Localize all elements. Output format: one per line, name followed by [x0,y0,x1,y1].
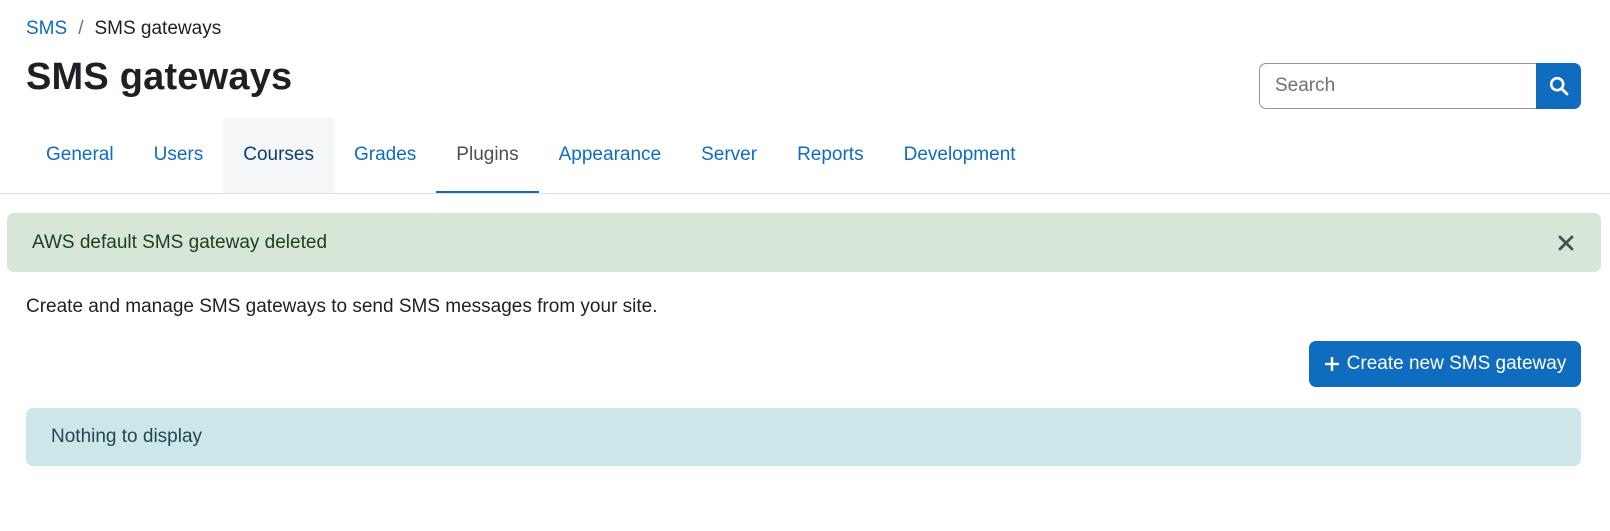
admin-tabs: General Users Courses Grades Plugins App… [26,118,1036,194]
notification-message: AWS default SMS gateway deleted [32,231,328,253]
tab-server[interactable]: Server [681,118,777,194]
create-button-label: Create new SMS gateway [1346,353,1567,374]
close-notification-button[interactable] [1556,233,1576,253]
tab-development[interactable]: Development [884,118,1036,194]
empty-state-message: Nothing to display [51,426,203,447]
page-title: SMS gateways [26,56,293,98]
search-icon [1549,76,1568,96]
search-form [1259,63,1581,109]
search-button[interactable] [1536,63,1581,109]
tab-appearance[interactable]: Appearance [539,118,681,194]
success-notification: AWS default SMS gateway deleted [7,213,1601,272]
tab-plugins[interactable]: Plugins [436,118,539,194]
create-sms-gateway-button[interactable]: Create new SMS gateway [1309,341,1581,387]
tab-grades[interactable]: Grades [334,118,436,194]
page-description: Create and manage SMS gateways to send S… [26,296,658,317]
tab-reports[interactable]: Reports [777,118,884,194]
tab-courses[interactable]: Courses [223,118,334,194]
breadcrumb-separator: / [78,18,84,39]
empty-state-notice: Nothing to display [26,408,1581,466]
tab-general[interactable]: General [26,118,134,194]
page: SMS / SMS gateways SMS gateways General … [0,0,1610,531]
breadcrumb: SMS / SMS gateways [26,18,221,40]
plus-icon [1324,356,1340,372]
search-input[interactable] [1259,63,1536,109]
close-icon [1558,235,1574,250]
breadcrumb-link-sms[interactable]: SMS [26,18,67,40]
breadcrumb-current: SMS gateways [94,18,222,39]
tabs-divider [0,193,1610,194]
tab-users[interactable]: Users [134,118,224,194]
